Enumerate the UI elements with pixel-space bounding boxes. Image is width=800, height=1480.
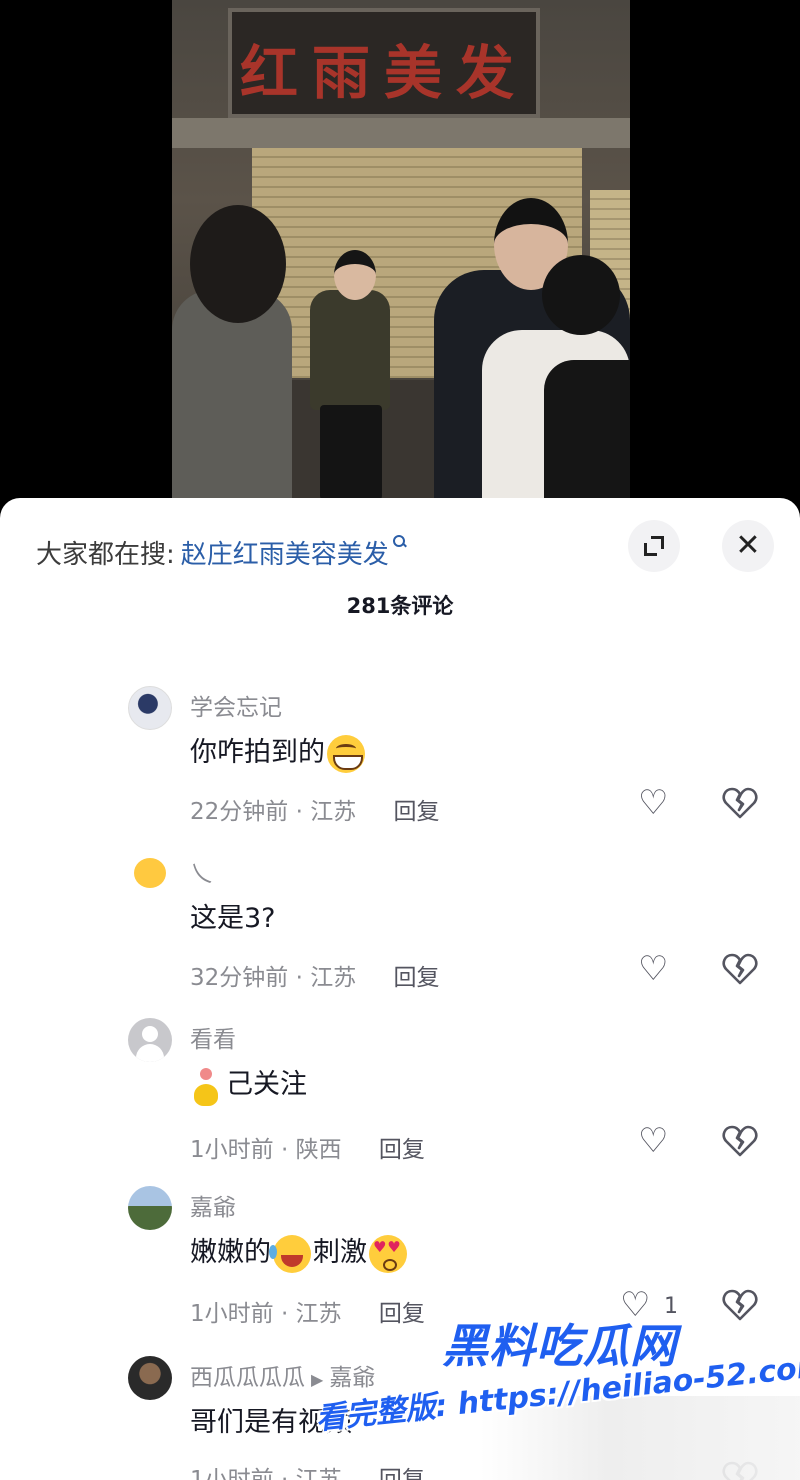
close-button[interactable]: ✕ <box>722 520 774 572</box>
default-avatar-icon <box>142 1026 158 1042</box>
meta-separator: · <box>295 965 303 991</box>
comment-sheet: 大家都在搜: 赵庄红雨美容美发 ✕ 281条评论 学会忘记 你咋拍到的 22分钟… <box>0 498 800 1480</box>
comment-location: 江苏 <box>310 799 357 825</box>
broken-heart-icon[interactable] <box>722 1124 758 1158</box>
comment-username[interactable]: 学会忘记 <box>190 688 282 722</box>
expand-button[interactable] <box>628 520 680 572</box>
shop-sign-text: 红雨美发 <box>239 39 528 107</box>
expand-icon <box>644 536 664 556</box>
meta-separator: · <box>280 1467 289 1480</box>
trending-search-link[interactable]: 赵庄红雨美容美发 <box>181 534 389 571</box>
comment-count: 281条评论 <box>346 594 454 618</box>
comment-meta: 32分钟前 · 江苏 回复 <box>190 958 440 992</box>
comment-text: 你咋拍到的 <box>190 730 367 773</box>
meta-separator: · <box>280 1301 289 1327</box>
person-front-back <box>544 360 630 500</box>
person-front-head <box>542 255 620 335</box>
comment-username[interactable]: 看看 <box>190 1020 236 1054</box>
trending-search-label: 大家都在搜: <box>36 539 175 570</box>
comment-text-content: 嫩嫩的 <box>190 1237 271 1268</box>
reply-button[interactable]: 回复 <box>394 799 440 825</box>
comment-text-content: 刺激 <box>313 1237 367 1268</box>
comment-meta: 1小时前 · 江苏 回复 <box>190 1460 425 1480</box>
avatar[interactable] <box>128 852 172 896</box>
storefront-wall <box>172 118 630 148</box>
broken-heart-icon[interactable] <box>722 786 758 820</box>
close-icon: ✕ <box>735 528 761 563</box>
comment-time: 1小时前 <box>190 1137 274 1163</box>
reply-arrow-icon: ▶ <box>311 1370 324 1389</box>
default-avatar-shoulder <box>136 1044 164 1062</box>
broken-heart-icon[interactable] <box>722 1288 758 1322</box>
meta-separator: · <box>280 1137 289 1163</box>
comment-meta: 1小时前 · 江苏 回复 <box>190 1294 425 1328</box>
comment-username[interactable]: 西瓜瓜瓜瓜 <box>190 1365 305 1391</box>
comment-username[interactable]: 嘉爺 <box>190 1188 236 1222</box>
video-player[interactable]: 红雨美发 <box>0 0 800 500</box>
heart-icon[interactable]: ♡ <box>638 786 668 820</box>
comment-meta: 22分钟前 · 江苏 回复 <box>190 792 440 826</box>
heart-icon[interactable]: ♡ <box>638 952 668 986</box>
comment-text-content: 己关注 <box>226 1069 307 1100</box>
sleepy-face-icon <box>134 858 166 888</box>
comment-username-row: 西瓜瓜瓜瓜 ▶ 嘉爺 <box>190 1358 375 1392</box>
person-middle-legs <box>320 405 382 500</box>
comment-text-content: 你咋拍到的 <box>190 737 325 768</box>
grin-icon <box>327 734 365 773</box>
person-left-head <box>190 205 286 323</box>
reply-button[interactable]: 回复 <box>379 1301 425 1327</box>
reply-to-username[interactable]: 嘉爺 <box>329 1365 375 1391</box>
search-icon <box>392 535 407 549</box>
comment-text: 这是3? <box>190 903 276 934</box>
person-middle-body <box>310 290 390 410</box>
reply-button[interactable]: 回复 <box>379 1467 425 1480</box>
heart-eyes-icon <box>369 1234 407 1273</box>
broken-heart-icon[interactable] <box>722 952 758 986</box>
person-middle-head <box>334 250 376 300</box>
comment-location: 江苏 <box>295 1467 342 1480</box>
shop-signboard: 红雨美发 <box>228 8 540 118</box>
avatar[interactable] <box>128 686 172 730</box>
avatar[interactable] <box>128 1356 172 1400</box>
comment-location: 陕西 <box>295 1137 342 1163</box>
comment-meta: 1小时前 · 陕西 回复 <box>190 1130 425 1164</box>
comment-username[interactable]: 乀 <box>190 854 213 888</box>
comment-location: 江苏 <box>295 1301 342 1327</box>
trending-search-row[interactable]: 大家都在搜: 赵庄红雨美容美发 <box>36 532 407 572</box>
laughing-tears-icon <box>269 1234 311 1273</box>
comment-time: 1小时前 <box>190 1301 274 1327</box>
avatar[interactable] <box>128 1186 172 1230</box>
comment-time: 22分钟前 <box>190 799 289 825</box>
comment-text: 己关注 <box>190 1062 307 1106</box>
meta-separator: · <box>295 799 303 825</box>
comment-time: 32分钟前 <box>190 965 289 991</box>
avatar[interactable] <box>128 1018 172 1062</box>
reply-button[interactable]: 回复 <box>379 1137 425 1163</box>
comment-time: 1小时前 <box>190 1467 274 1480</box>
hands-icon <box>190 1066 220 1106</box>
video-frame[interactable]: 红雨美发 <box>172 0 630 500</box>
comment-text: 嫩嫩的 刺激 <box>190 1230 409 1273</box>
reply-button[interactable]: 回复 <box>394 965 440 991</box>
comment-location: 江苏 <box>310 965 357 991</box>
heart-icon[interactable]: ♡ <box>638 1124 668 1158</box>
